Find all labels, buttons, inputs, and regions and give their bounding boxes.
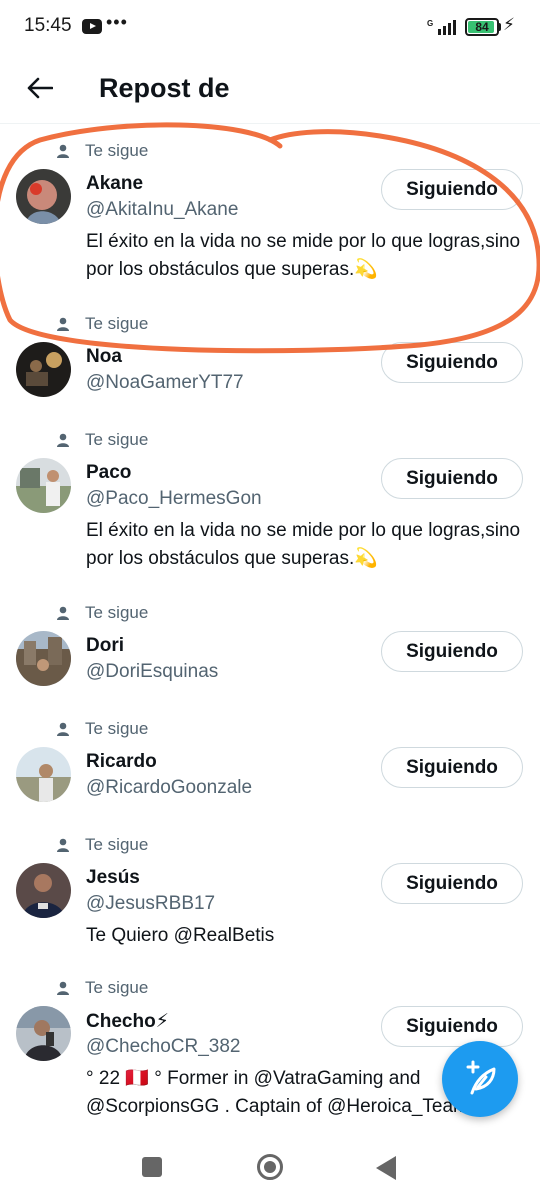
status-bar: 15:45 ••• G 84 ⚡︎: [0, 0, 540, 56]
battery-icon: 84: [465, 18, 499, 36]
person-icon: [57, 317, 69, 331]
user-name: Paco: [86, 462, 132, 483]
user-list: Te sigue Akane @AkitaInu_Akane Siguiendo…: [0, 124, 540, 1131]
user-name: Ricardo: [86, 751, 157, 772]
follows-you-text: Te sigue: [85, 141, 149, 160]
avatar[interactable]: [16, 458, 71, 513]
user-name: Akane: [86, 173, 144, 194]
battery-level: 84: [475, 20, 489, 34]
system-back-button[interactable]: [376, 1156, 396, 1180]
follows-you-label: Te sigue: [56, 140, 148, 162]
user-bio: El éxito en la vida no se mide por lo qu…: [86, 231, 521, 280]
page-title: Repost de: [99, 73, 230, 103]
user-row-jesus[interactable]: Te sigue Jesús @JesusRBB17 Siguiendo Te …: [0, 818, 540, 961]
user-handle: @Paco_HermesGon: [86, 488, 262, 509]
following-button[interactable]: Siguiendo: [381, 631, 523, 672]
avatar[interactable]: [16, 863, 71, 918]
follows-you-text: Te sigue: [85, 314, 149, 333]
user-row-noa[interactable]: Te sigue Noa @NoaGamerYT77 Siguiendo: [0, 297, 540, 413]
person-icon: [57, 144, 69, 158]
user-row-paco[interactable]: Te sigue Paco @Paco_HermesGon Siguiendo …: [0, 413, 540, 586]
avatar[interactable]: [16, 1006, 71, 1061]
system-nav-bar: [0, 1136, 540, 1200]
feather-plus-icon: [466, 1060, 496, 1095]
follows-you-label: Te sigue: [56, 429, 148, 451]
follows-you-label: Te sigue: [56, 834, 148, 856]
following-button[interactable]: Siguiendo: [381, 863, 523, 904]
user-row-ricardo[interactable]: Te sigue Ricardo @RicardoGoonzale Siguie…: [0, 702, 540, 818]
home-button[interactable]: [257, 1154, 283, 1180]
follows-you-label: Te sigue: [56, 718, 148, 740]
user-handle: @DoriEsquinas: [86, 661, 219, 682]
arrow-left-icon: [27, 77, 53, 99]
user-name: Noa: [86, 346, 122, 367]
follows-you-text: Te sigue: [85, 603, 149, 622]
user-name: Jesús: [86, 867, 140, 888]
user-handle: @JesusRBB17: [86, 893, 216, 914]
header: Repost de: [0, 56, 540, 124]
avatar[interactable]: [16, 747, 71, 802]
avatar[interactable]: [16, 631, 71, 686]
follows-you-label: Te sigue: [56, 977, 148, 999]
following-button[interactable]: Siguiendo: [381, 458, 523, 499]
follows-you-text: Te sigue: [85, 719, 149, 738]
person-icon: [57, 838, 69, 852]
network-type-label: G: [427, 19, 433, 28]
compose-button[interactable]: [442, 1041, 518, 1117]
avatar[interactable]: [16, 169, 71, 224]
user-row-dori[interactable]: Te sigue Dori @DoriEsquinas Siguiendo: [0, 586, 540, 702]
following-button[interactable]: Siguiendo: [381, 169, 523, 210]
user-handle: @NoaGamerYT77: [86, 372, 244, 393]
youtube-icon: [82, 19, 102, 34]
person-icon: [57, 981, 69, 995]
user-row-akane[interactable]: Te sigue Akane @AkitaInu_Akane Siguiendo…: [0, 124, 540, 297]
back-button[interactable]: [20, 68, 60, 108]
user-handle: @AkitaInu_Akane: [86, 199, 239, 220]
user-handle: @ChechoCR_382: [86, 1036, 241, 1057]
recent-apps-button[interactable]: [142, 1157, 162, 1177]
follows-you-label: Te sigue: [56, 313, 148, 335]
following-button[interactable]: Siguiendo: [381, 747, 523, 788]
follows-you-text: Te sigue: [85, 430, 149, 449]
person-icon: [57, 433, 69, 447]
charging-icon: ⚡︎: [503, 15, 515, 34]
status-time: 15:45: [24, 15, 72, 36]
follows-you-text: Te sigue: [85, 978, 149, 997]
user-bio: Te Quiero @RealBetis: [86, 925, 275, 946]
user-bio: El éxito en la vida no se mide por lo qu…: [86, 520, 521, 569]
signal-icon: G: [427, 19, 456, 35]
avatar[interactable]: [16, 342, 71, 397]
user-handle: @RicardoGoonzale: [86, 777, 253, 798]
user-name: Checho⚡: [86, 1011, 170, 1032]
battery-tip: [498, 23, 501, 31]
following-button[interactable]: Siguiendo: [381, 342, 523, 383]
follows-you-text: Te sigue: [85, 835, 149, 854]
follows-you-label: Te sigue: [56, 602, 148, 624]
person-icon: [57, 606, 69, 620]
more-notifications-icon: •••: [106, 12, 128, 32]
user-name: Dori: [86, 635, 124, 656]
person-icon: [57, 722, 69, 736]
